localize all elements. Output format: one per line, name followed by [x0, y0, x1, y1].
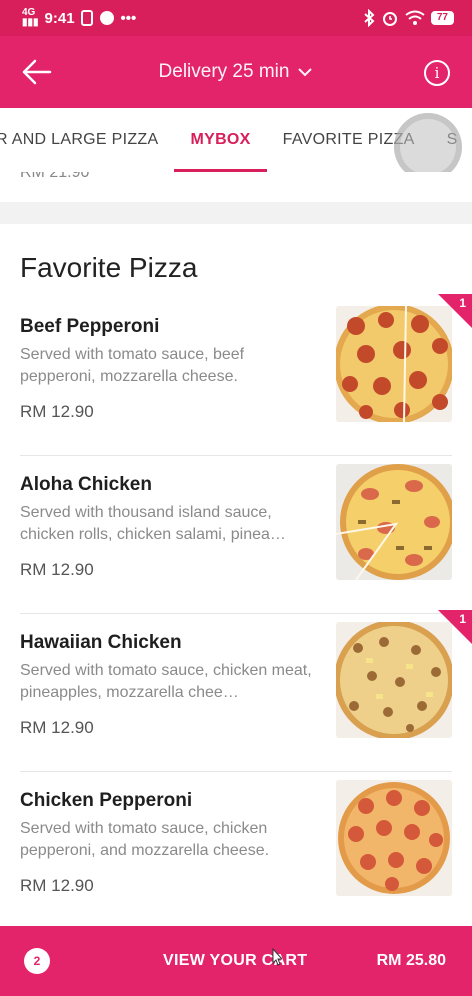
pizza-image: [336, 306, 452, 422]
chevron-down-icon: [298, 68, 313, 77]
menu-item[interactable]: Hawaiian Chicken Served with tomato sauc…: [20, 610, 472, 772]
signal-icon: 4G ▮▮▮: [22, 7, 39, 28]
menu-item[interactable]: Aloha Chicken Served with thousand islan…: [20, 456, 452, 614]
item-price: RM 12.90: [20, 560, 94, 579]
battery-icon: 77: [430, 11, 454, 25]
item-description: Served with tomato sauce, beef pepperoni…: [20, 346, 245, 385]
section-title: Favorite Pizza: [20, 252, 198, 283]
cart-count-badge: 2: [24, 948, 50, 974]
item-name: Beef Pepperoni: [20, 316, 160, 337]
bluetooth-icon: [364, 9, 375, 27]
pointer-cursor-icon: [272, 948, 282, 966]
wifi-icon: [405, 10, 425, 25]
item-price: RM 12.90: [20, 876, 94, 895]
menu-item[interactable]: Beef Pepperoni Served with tomato sauce,…: [20, 294, 472, 456]
item-name: Aloha Chicken: [20, 474, 152, 495]
cart-total: RM 25.80: [376, 952, 446, 969]
quantity-badge-count: 1: [459, 612, 466, 626]
quantity-badge: [438, 294, 472, 328]
clock: 9:41: [44, 9, 75, 27]
status-bar: 4G ▮▮▮ 9:41 ••• 77: [0, 0, 472, 36]
item-price: RM 12.90: [20, 402, 94, 421]
pizza-image: [336, 464, 452, 580]
item-description: Served with thousand island sauce, chick…: [20, 504, 286, 543]
item-name: Chicken Pepperoni: [20, 790, 193, 811]
quantity-badge-count: 1: [459, 296, 466, 310]
more-notifications: •••: [120, 9, 137, 27]
view-cart-button[interactable]: 2 VIEW YOUR CART RM 25.80: [0, 926, 472, 996]
delivery-time-label: Delivery 25 min: [158, 61, 290, 82]
item-price: RM 12.90: [20, 718, 94, 737]
chat-icon: [99, 11, 114, 25]
delivery-time-dropdown[interactable]: Delivery 25 min: [159, 61, 314, 83]
app-header: Delivery 25 min i: [0, 36, 472, 108]
pizza-image: [336, 780, 452, 896]
previous-section-fragment: RM 21.90: [0, 172, 472, 202]
sim-icon: [80, 10, 93, 26]
favorite-pizza-section: Favorite Pizza Beef Pepperoni Served wit…: [0, 224, 472, 926]
info-icon[interactable]: i: [424, 60, 450, 86]
alarm-icon: [382, 12, 397, 26]
tab-regular-large-pizza[interactable]: R AND LARGE PIZZA: [0, 108, 174, 172]
item-name: Hawaiian Chicken: [20, 632, 182, 653]
menu-item[interactable]: Chicken Pepperoni Served with tomato sau…: [20, 772, 452, 926]
item-description: Served with tomato sauce, chicken pepper…: [20, 820, 270, 859]
previous-item-price: RM 21.90: [20, 172, 90, 181]
tab-mybox[interactable]: MYBOX: [174, 108, 267, 172]
quantity-badge: [438, 610, 472, 644]
item-description: Served with tomato sauce, chicken meat, …: [20, 662, 312, 701]
view-cart-label: VIEW YOUR CART: [163, 952, 308, 969]
pizza-image: [336, 622, 452, 738]
back-arrow-icon[interactable]: [20, 56, 54, 88]
touch-ripple: [394, 113, 462, 181]
